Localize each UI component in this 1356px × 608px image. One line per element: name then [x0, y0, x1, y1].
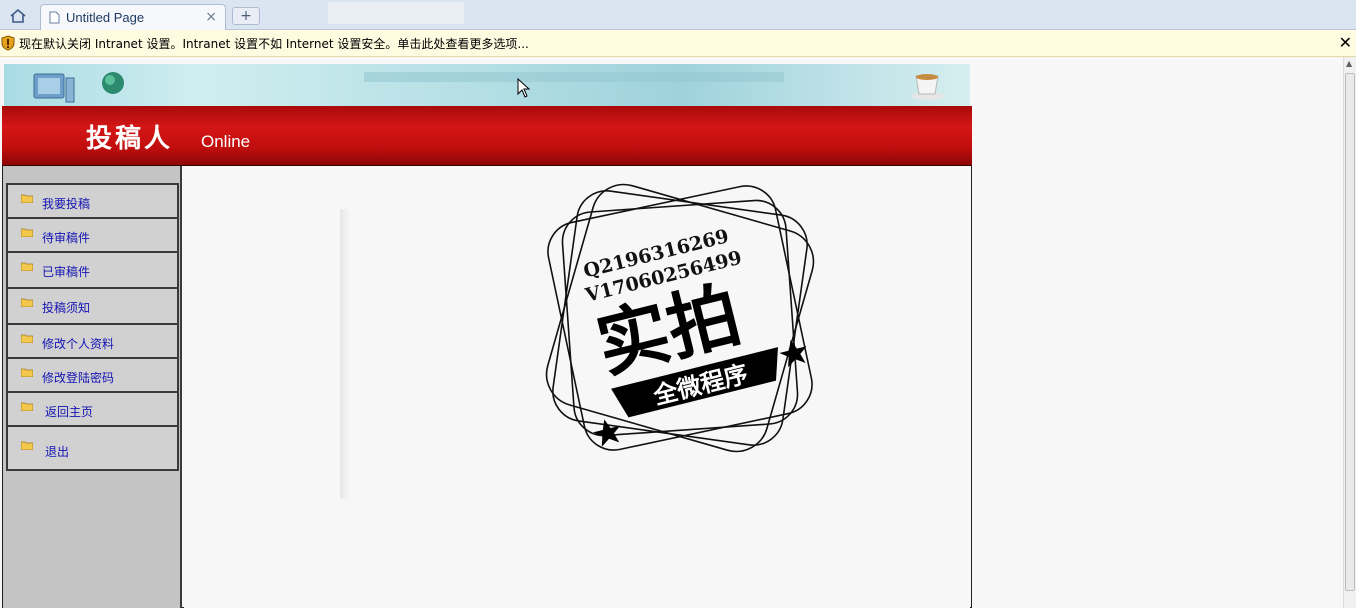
sidebar-item-reviewed[interactable]: 已审稿件	[6, 251, 179, 287]
header-sky-banner	[4, 64, 970, 106]
sidebar-item-edit-profile[interactable]: 修改个人资料	[6, 323, 179, 357]
sidebar-menu: 我要投稿 待审稿件 已审稿件 投稿须知 修改个人资料 修改登陆密码 返回主页 退…	[6, 183, 179, 471]
watermark-stamp: Q2196316269 V17060256499 实拍 全微程序	[545, 183, 815, 453]
header-red-banner: 投稿人 Online	[2, 106, 972, 166]
new-tab-icon[interactable]: +	[232, 7, 260, 25]
shield-warning-icon	[1, 35, 15, 51]
sidebar-item-home[interactable]: 返回主页	[6, 391, 179, 425]
page-viewport: 投稿人 Online 我要投稿 待审稿件 已审稿件 投稿须知 修改个人资料 修改…	[0, 57, 1343, 608]
folder-icon	[21, 402, 33, 411]
folder-icon	[21, 441, 33, 450]
sidebar-item-label[interactable]: 投稿须知	[42, 299, 90, 316]
sidebar-item-logout[interactable]: 退出	[6, 425, 179, 471]
home-icon	[10, 8, 26, 23]
tab-title: Untitled Page	[66, 10, 145, 25]
logo-chinese: 投稿人	[86, 124, 174, 154]
folder-icon	[21, 262, 33, 271]
main-content: Q2196316269 V17060256499 实拍 全微程序	[184, 167, 970, 608]
scrollbar-thumb[interactable]	[1345, 73, 1355, 591]
sidebar-item-label[interactable]: 修改登陆密码	[42, 369, 114, 386]
browser-tab-bar: Untitled Page × +	[0, 0, 1356, 30]
sidebar-item-submit[interactable]: 我要投稿	[6, 183, 179, 217]
sidebar-item-label[interactable]: 已审稿件	[42, 263, 90, 280]
sidebar-item-label[interactable]: 返回主页	[45, 403, 93, 420]
tab-bar-blank	[328, 2, 464, 24]
main-streak	[340, 209, 350, 499]
sidebar-item-label[interactable]: 退出	[45, 443, 69, 460]
coffee-cup-icon	[911, 74, 945, 100]
monitor-icon	[33, 73, 75, 103]
banner-band	[364, 72, 784, 82]
page-icon	[49, 11, 60, 24]
folder-icon	[21, 194, 33, 203]
info-bar-message[interactable]: 现在默认关闭 Intranet 设置。Intranet 设置不如 Interne…	[19, 35, 529, 52]
mouse-cursor-icon	[517, 78, 531, 98]
folder-icon	[21, 228, 33, 237]
logo-english: Online	[201, 132, 251, 151]
vertical-scrollbar[interactable]: ▲	[1343, 57, 1356, 608]
folder-icon	[21, 298, 33, 307]
security-info-bar[interactable]: 现在默认关闭 Intranet 设置。Intranet 设置不如 Interne…	[0, 30, 1356, 57]
sidebar-item-label[interactable]: 修改个人资料	[42, 335, 114, 352]
scroll-up-icon[interactable]: ▲	[1346, 59, 1352, 68]
home-button[interactable]	[6, 6, 30, 26]
info-bar-close-icon[interactable]: ✕	[1339, 33, 1352, 52]
close-icon[interactable]: ×	[205, 9, 217, 25]
sidebar-item-change-password[interactable]: 修改登陆密码	[6, 357, 179, 391]
folder-icon	[21, 368, 33, 377]
folder-icon	[21, 334, 33, 343]
sidebar-item-guidelines[interactable]: 投稿须知	[6, 287, 179, 323]
sidebar-item-label[interactable]: 待审稿件	[42, 229, 90, 246]
sidebar-item-label[interactable]: 我要投稿	[42, 195, 90, 212]
sidebar: 我要投稿 待审稿件 已审稿件 投稿须知 修改个人资料 修改登陆密码 返回主页 退…	[3, 166, 182, 608]
tab-untitled-page[interactable]: Untitled Page ×	[40, 4, 226, 30]
globe-icon	[102, 72, 124, 94]
sidebar-item-pending[interactable]: 待审稿件	[6, 217, 179, 251]
